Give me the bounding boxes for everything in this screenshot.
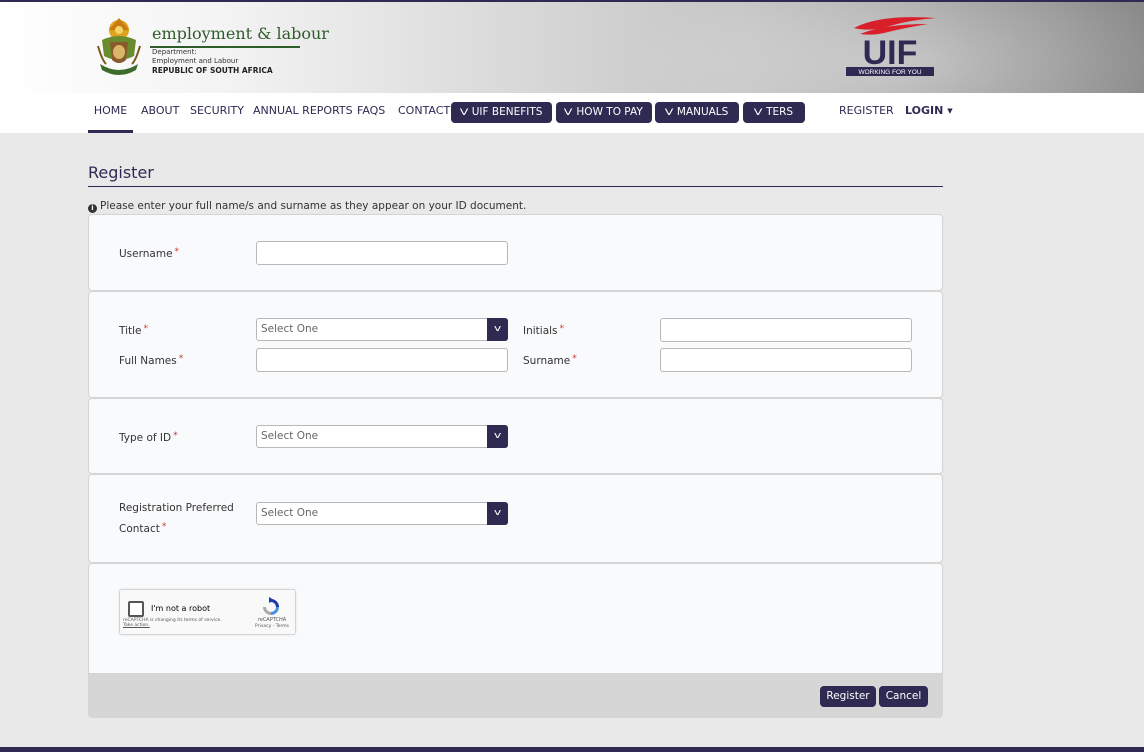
full-names-label-text: Full Names — [119, 355, 177, 367]
full-names-label: Full Names * — [119, 350, 183, 371]
chevron-down-icon: v — [664, 108, 674, 118]
title-select-value: Select One — [261, 323, 319, 335]
chevron-down-icon[interactable]: v — [487, 502, 508, 525]
recaptcha-privacy-terms-link[interactable]: Privacy - Terms — [250, 624, 294, 629]
caret-down-icon: ▼ — [947, 107, 953, 115]
title-divider — [88, 186, 943, 187]
initials-input[interactable] — [660, 318, 912, 342]
surname-input[interactable] — [660, 348, 912, 372]
surname-label: Surname * — [523, 350, 577, 371]
id-type-label-text: Type of ID — [119, 432, 172, 444]
preferred-contact-label: Registration Preferred Contact * — [119, 499, 234, 539]
recaptcha-take-action-link[interactable]: Take action. — [123, 623, 222, 628]
preferred-contact-panel: Registration Preferred Contact * Select O… — [88, 474, 943, 563]
title-label-text: Title — [119, 325, 142, 337]
nav-manuals[interactable]: v MANUALS — [655, 102, 739, 123]
title-label: Title * — [119, 320, 148, 341]
id-type-select[interactable]: Select One v — [256, 425, 508, 448]
department-sub-line-1: Department: — [152, 48, 197, 56]
main-navbar: HOME ABOUT SECURITY ANNUAL REPORTS FAQS … — [0, 93, 1144, 133]
required-mark: * — [173, 431, 178, 441]
nav-about[interactable]: ABOUT — [141, 93, 179, 133]
nav-home[interactable]: HOME — [88, 93, 133, 133]
header-banner: employment & labour Department: Employme… — [0, 2, 1144, 93]
preferred-contact-select[interactable]: Select One v — [256, 502, 508, 525]
uif-tagline: WORKING FOR YOU — [858, 69, 921, 76]
preferred-contact-select-value: Select One — [261, 507, 319, 519]
recaptcha-widget: I'm not a robot reCAPTCHA is changing it… — [119, 589, 296, 635]
department-title: employment & labour — [152, 24, 329, 43]
uif-logo-icon: UIF WORKING FOR YOU — [846, 17, 936, 76]
department-sub-line-2: Employment and Labour — [152, 57, 239, 65]
required-mark: * — [174, 247, 180, 257]
nav-ters-label: TERS — [766, 106, 794, 118]
chevron-down-icon[interactable]: v — [487, 425, 508, 448]
uif-logo-text: UIF — [863, 34, 918, 72]
id-type-select-value: Select One — [261, 430, 319, 442]
recaptcha-checkbox[interactable] — [128, 601, 144, 617]
personal-details-panel: Title * Select One v Initials * Full Names… — [88, 291, 943, 398]
required-mark: * — [161, 522, 167, 532]
nav-faqs[interactable]: FAQS — [357, 93, 385, 133]
chevron-down-icon: v — [753, 108, 763, 118]
info-icon: i — [88, 204, 97, 213]
form-actions: Register Cancel — [88, 674, 943, 718]
coat-of-arms-icon — [97, 18, 141, 75]
info-message: i Please enter your full name/s and surna… — [88, 200, 526, 213]
username-label-text: Username — [119, 248, 173, 260]
required-mark: * — [572, 354, 577, 364]
surname-label-text: Surname — [523, 355, 571, 367]
required-mark: * — [143, 324, 149, 334]
username-input[interactable] — [256, 241, 508, 265]
title-select[interactable]: Select One v — [256, 318, 508, 341]
id-type-panel: Type of ID * Select One v — [88, 398, 943, 474]
nav-login-label: LOGIN — [905, 104, 944, 117]
recaptcha-brand: reCAPTCHA — [257, 617, 287, 623]
recaptcha-note: reCAPTCHA is changing its terms of servi… — [123, 618, 222, 628]
page-title: Register — [88, 163, 154, 182]
captcha-panel: I'm not a robot reCAPTCHA is changing it… — [88, 563, 943, 674]
department-subtitle: Department: Employment and Labour — [152, 48, 238, 66]
bottom-border — [0, 747, 1144, 752]
id-type-label: Type of ID * — [119, 427, 178, 448]
required-mark: * — [178, 354, 184, 364]
cancel-button[interactable]: Cancel — [879, 686, 928, 707]
chevron-down-icon[interactable]: v — [487, 318, 508, 341]
recaptcha-logo-icon — [263, 597, 279, 615]
username-panel: Username * — [88, 214, 943, 291]
preferred-contact-label-line-2: Contact — [119, 523, 160, 535]
required-mark: * — [559, 324, 565, 334]
nav-annual-reports[interactable]: ANNUAL REPORTS — [253, 93, 353, 133]
nav-uif-benefits-label: UIF BENEFITS — [471, 106, 543, 118]
nav-contact[interactable]: CONTACT — [398, 93, 450, 133]
info-text: Please enter your full name/s and surnam… — [100, 200, 527, 212]
department-country: REPUBLIC OF SOUTH AFRICA — [152, 66, 273, 75]
username-label: Username * — [119, 243, 179, 264]
nav-login[interactable]: LOGIN ▼ — [905, 93, 953, 133]
chevron-down-icon: v — [564, 108, 573, 118]
preferred-contact-label-line-1: Registration Preferred — [119, 502, 234, 514]
register-button[interactable]: Register — [820, 686, 876, 707]
nav-how-to-pay[interactable]: v HOW TO PAY — [556, 102, 652, 123]
recaptcha-label: I'm not a robot — [151, 604, 211, 613]
nav-ters[interactable]: v TERS — [743, 102, 805, 123]
chevron-down-icon: v — [459, 108, 468, 118]
initials-label: Initials * — [523, 320, 564, 341]
nav-register[interactable]: REGISTER — [839, 93, 894, 133]
nav-security[interactable]: SECURITY — [190, 93, 244, 133]
nav-uif-benefits[interactable]: v UIF BENEFITS — [451, 102, 552, 123]
nav-how-to-pay-label: HOW TO PAY — [576, 106, 643, 118]
nav-manuals-label: MANUALS — [676, 106, 729, 118]
initials-label-text: Initials — [523, 325, 558, 337]
full-names-input[interactable] — [256, 348, 508, 372]
